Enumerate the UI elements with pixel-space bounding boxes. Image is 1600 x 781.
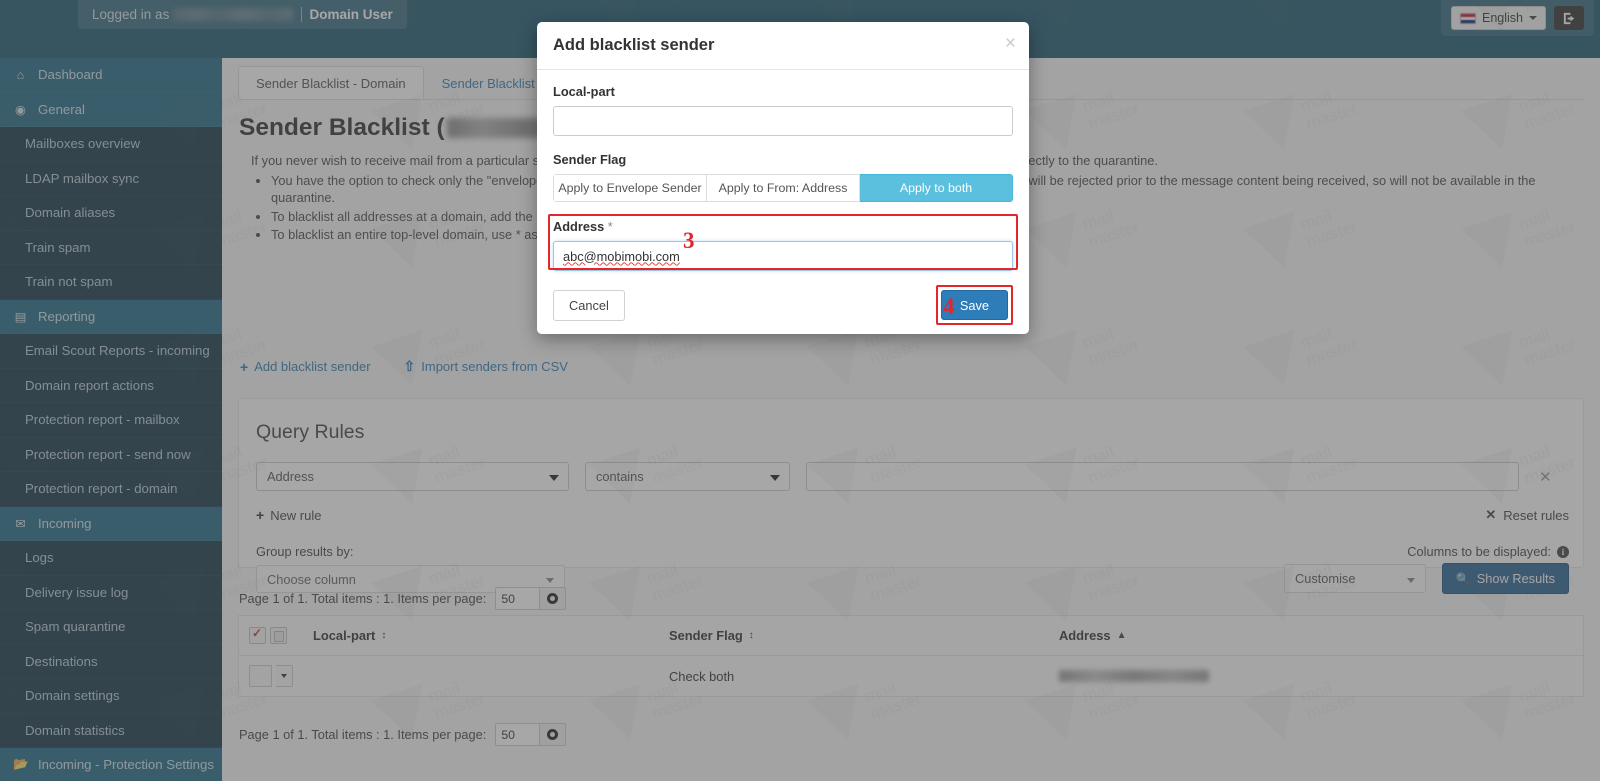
segment-label: Apply to Envelope Sender bbox=[558, 181, 702, 195]
address-input[interactable]: abc@mobimobi.com bbox=[553, 241, 1013, 271]
cancel-button[interactable]: Cancel bbox=[553, 289, 625, 321]
segment-apply-to-envelope-sender[interactable]: Apply to Envelope Sender bbox=[553, 174, 707, 202]
segment-label: Apply to From: Address bbox=[718, 181, 848, 195]
segment-apply-to-from-address[interactable]: Apply to From: Address bbox=[707, 174, 860, 202]
dialog-title: Add blacklist sender bbox=[553, 36, 715, 54]
sender-flag-segmented-control: Apply to Envelope Sender Apply to From: … bbox=[553, 174, 1013, 202]
segment-apply-to-both[interactable]: Apply to both bbox=[860, 174, 1013, 202]
close-icon[interactable]: × bbox=[1005, 34, 1016, 53]
local-part-input[interactable] bbox=[553, 106, 1013, 136]
annotation-step-4: 4 bbox=[943, 294, 955, 319]
address-label-text: Address bbox=[553, 219, 605, 234]
required-asterisk: * bbox=[607, 219, 613, 234]
dialog-header: Add blacklist sender × bbox=[537, 22, 1029, 70]
sender-flag-label: Sender Flag bbox=[553, 152, 627, 167]
add-blacklist-sender-dialog: Add blacklist sender × Local-part Sender… bbox=[537, 22, 1029, 334]
dialog-body: Local-part Sender Flag Apply to Envelope… bbox=[537, 70, 1029, 271]
address-label: Address * bbox=[553, 219, 1013, 234]
segment-label: Apply to both bbox=[899, 181, 973, 195]
address-input-value: abc@mobimobi.com bbox=[563, 248, 680, 264]
annotation-step-3: 3 bbox=[683, 228, 695, 253]
local-part-label: Local-part bbox=[553, 84, 615, 99]
dialog-footer: Cancel Save bbox=[537, 276, 1029, 334]
